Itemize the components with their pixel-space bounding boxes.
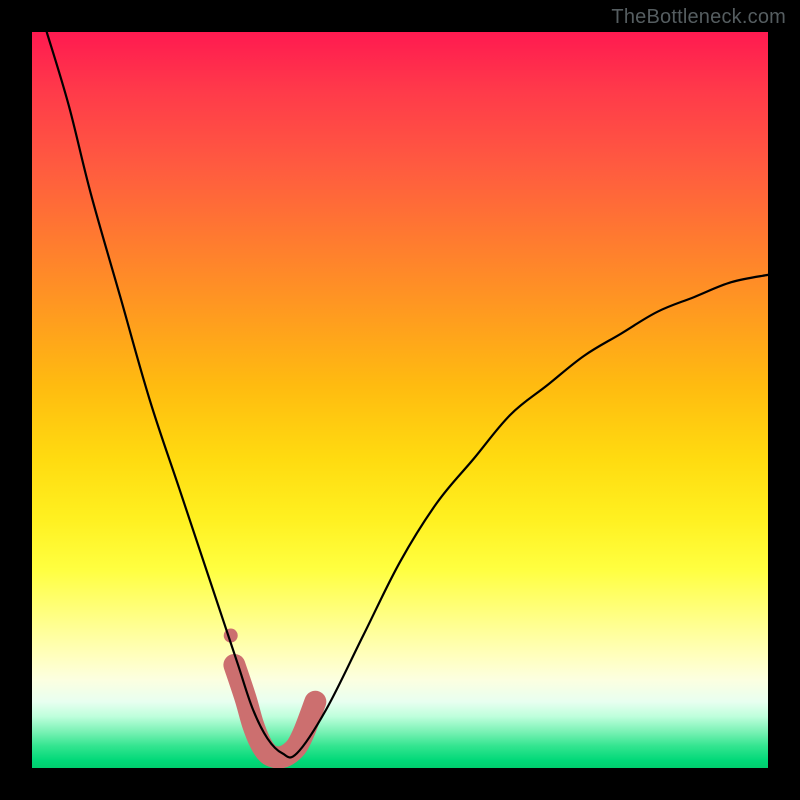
highlight-band xyxy=(234,665,315,757)
curve-layer xyxy=(32,32,768,768)
chart-frame: TheBottleneck.com xyxy=(0,0,800,800)
watermark-text: TheBottleneck.com xyxy=(611,6,786,29)
bottleneck-curve xyxy=(47,32,768,757)
plot-area xyxy=(32,32,768,768)
